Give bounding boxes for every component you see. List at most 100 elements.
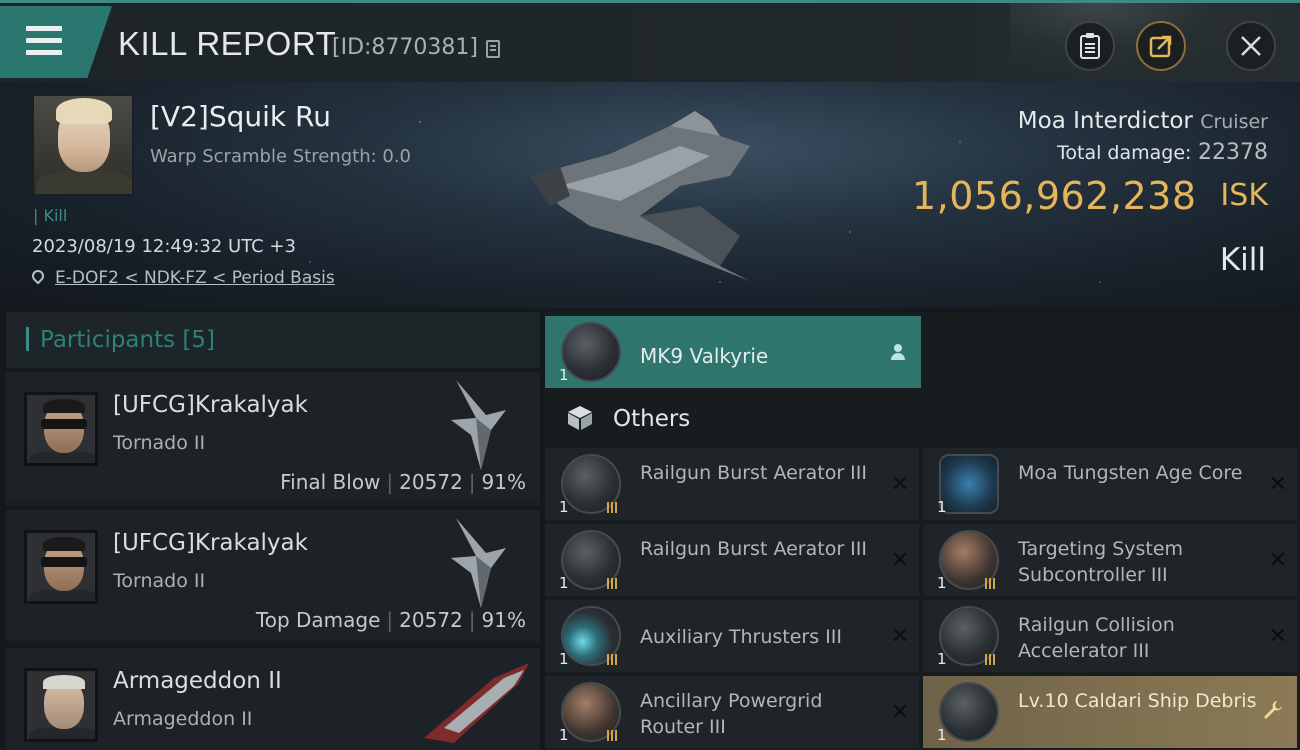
participant-percent: 91% <box>481 470 526 494</box>
ship-name: Moa Interdictor <box>1017 108 1193 134</box>
participant-ship-image <box>424 663 529 743</box>
close-icon: ✕ <box>890 624 909 649</box>
copy-icon[interactable] <box>486 40 500 58</box>
clipboard-icon <box>1080 33 1100 59</box>
total-damage-label: Total damage: <box>1057 142 1192 164</box>
menu-button[interactable] <box>0 6 112 78</box>
close-icon: ✕ <box>890 548 909 573</box>
others-section-header: Others <box>545 392 1300 444</box>
avatar[interactable] <box>24 530 98 604</box>
item-quantity: 1 <box>559 498 569 516</box>
wrench-icon[interactable] <box>1263 700 1283 720</box>
close-icon: ✕ <box>1268 472 1287 497</box>
total-damage-value: 22378 <box>1198 140 1268 165</box>
cube-icon <box>568 406 592 430</box>
participant-row[interactable]: Armageddon II Armageddon II <box>6 644 540 750</box>
loot-item[interactable]: 1 Railgun Burst Aerator III ✕ <box>545 524 919 596</box>
participant-name: [UFCG]Krakalyak <box>113 530 308 556</box>
item-quantity: 1 <box>937 498 947 516</box>
loot-item-highlight[interactable]: 1 Lv.10 Caldari Ship Debris <box>923 676 1297 748</box>
kill-result: Kill <box>1219 242 1266 278</box>
item-level-marker <box>607 730 619 741</box>
close-icon: ✕ <box>890 472 909 497</box>
victim-ship-type: Moa Interdictor Cruiser <box>1018 108 1268 134</box>
participant-row[interactable]: [UFCG]Krakalyak Tornado II Final Blow | 20… <box>6 368 540 502</box>
item-name: Railgun Burst Aerator III <box>640 538 867 560</box>
item-name: Lv.10 Caldari Ship Debris <box>1018 690 1257 712</box>
item-level-marker <box>985 578 997 589</box>
item-name: Targeting System Subcontroller III <box>1018 538 1184 586</box>
item-quantity: 1 <box>559 726 569 744</box>
participants-panel: Participants [5] [UFCG]Krakalyak Tornado… <box>6 312 540 750</box>
share-icon <box>1149 35 1172 58</box>
participant-ship-image <box>451 380 506 470</box>
isk-unit: ISK <box>1220 178 1268 213</box>
victim-summary: [V2]Squik Ru Warp Scramble Strength: 0.0… <box>0 82 1300 308</box>
item-level-marker <box>607 502 619 513</box>
item-icon <box>939 454 999 514</box>
clipboard-button[interactable] <box>1065 21 1115 71</box>
participant-stats: Top Damage | 20572 | 91% <box>255 608 526 632</box>
drone-name: MK9 Valkyrie <box>640 344 769 368</box>
item-name: Moa Tungsten Age Core <box>1018 462 1243 484</box>
victim-name[interactable]: [V2]Squik Ru <box>150 100 331 133</box>
share-button[interactable] <box>1136 21 1186 71</box>
participant-percent: 91% <box>481 608 526 632</box>
item-quantity: 1 <box>559 366 569 384</box>
loot-item[interactable]: 1 Auxiliary Thrusters III ✕ <box>545 600 919 672</box>
page-title: KILL REPORT <box>118 25 337 62</box>
close-icon: ✕ <box>890 700 909 725</box>
item-icon <box>939 682 999 742</box>
item-level-marker <box>607 654 619 665</box>
report-id: [ID:8770381] <box>332 35 478 60</box>
victim-ship-image <box>530 111 750 281</box>
close-icon: ✕ <box>1268 548 1287 573</box>
item-name: Railgun Burst Aerator III <box>640 462 867 484</box>
items-panel: 1 MK9 Valkyrie Others 1 Railgun Burst Ae… <box>545 312 1300 750</box>
item-quantity: 1 <box>559 574 569 592</box>
participant-row[interactable]: [UFCG]Krakalyak Tornado II Top Damage | 20… <box>6 506 540 640</box>
close-icon <box>1241 36 1261 56</box>
participant-name: [UFCG]Krakalyak <box>113 392 308 418</box>
person-icon[interactable] <box>891 344 905 360</box>
participant-ship: Tornado II <box>113 432 206 454</box>
header-bar: KILL REPORT [ID:8770381] <box>0 0 1300 85</box>
participant-ship: Armageddon II <box>113 708 253 730</box>
participant-damage: 20572 <box>399 470 463 494</box>
item-quantity: 1 <box>559 650 569 668</box>
item-level-marker <box>607 578 619 589</box>
loot-item[interactable]: 1 Targeting System Subcontroller III ✕ <box>923 524 1297 596</box>
location-link[interactable]: E-DOF2 < NDK-FZ < Period Basis <box>55 268 335 288</box>
item-level-marker <box>985 654 997 665</box>
others-title: Others <box>613 406 691 432</box>
loot-item[interactable]: 1 Railgun Burst Aerator III ✕ <box>545 448 919 520</box>
close-icon: ✕ <box>1268 624 1287 649</box>
item-quantity: 1 <box>937 650 947 668</box>
ship-class: Cruiser <box>1200 111 1268 133</box>
participant-ship: Tornado II <box>113 570 206 592</box>
participants-title: Participants [5] <box>40 327 215 353</box>
item-quantity: 1 <box>937 726 947 744</box>
drone-item[interactable]: 1 MK9 Valkyrie <box>545 316 921 388</box>
loot-item[interactable]: 1 Ancillary Powergrid Router III ✕ <box>545 676 919 748</box>
participant-damage: 20572 <box>399 608 463 632</box>
participants-header: Participants [5] <box>6 312 540 368</box>
participant-ship-image <box>451 518 506 608</box>
kill-tag: | Kill <box>33 206 68 225</box>
menu-icon <box>26 26 62 56</box>
item-name: Auxiliary Thrusters III <box>640 626 842 648</box>
item-name: Ancillary Powergrid Router III <box>640 690 823 738</box>
avatar[interactable] <box>24 668 98 742</box>
loot-item[interactable]: 1 Railgun Collision Accelerator III ✕ <box>923 600 1297 672</box>
loot-item[interactable]: 1 Moa Tungsten Age Core ✕ <box>923 448 1297 520</box>
avatar[interactable] <box>24 392 98 466</box>
item-quantity: 1 <box>937 574 947 592</box>
close-button[interactable] <box>1226 21 1276 71</box>
participant-tag: Top Damage <box>255 608 381 632</box>
item-name: Railgun Collision Accelerator III <box>1018 614 1175 662</box>
victim-portrait[interactable] <box>32 94 134 196</box>
participant-name: Armageddon II <box>113 668 282 694</box>
participant-stats: Final Blow | 20572 | 91% <box>280 470 526 494</box>
isk-value: 1,056,962,238 <box>912 174 1197 218</box>
kill-datetime: 2023/08/19 12:49:32 UTC +3 <box>32 236 296 257</box>
